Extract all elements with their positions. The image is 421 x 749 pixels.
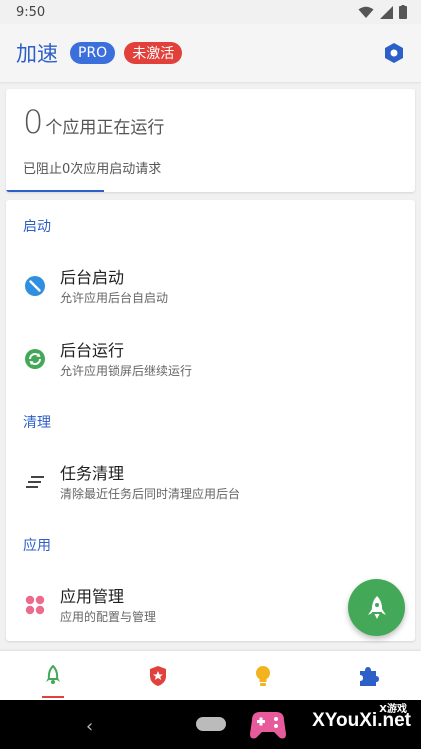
four-dots-icon — [23, 593, 47, 617]
sort-lines-icon — [23, 470, 47, 494]
running-count: 0 — [23, 103, 44, 141]
running-summary: 0 个应用正在运行 — [23, 103, 164, 141]
rocket-icon — [367, 595, 386, 619]
tab-indicator — [6, 190, 104, 192]
status-bar: 9:50 — [0, 0, 421, 24]
list-item-task-clean[interactable]: 任务清理 清除最近任务后同时清理应用后台 — [6, 453, 415, 513]
section-startup: 启动 — [23, 219, 51, 235]
running-label: 个应用正在运行 — [45, 118, 165, 138]
section-cleanup: 清理 — [23, 415, 51, 431]
nav-tab-protect[interactable] — [105, 651, 210, 700]
sync-circle-icon — [23, 347, 47, 371]
nav-tab-boost[interactable] — [0, 651, 105, 700]
system-icons — [358, 5, 407, 19]
item-subtitle: 清除最近任务后同时清理应用后台 — [60, 487, 241, 501]
wifi-icon — [358, 6, 374, 18]
app-bar: 加速 PRO 未激活 — [0, 24, 421, 82]
rocket-icon — [45, 664, 60, 684]
hexagon-settings-icon — [385, 43, 403, 63]
home-pill-icon[interactable] — [196, 717, 226, 731]
bulb-icon — [256, 665, 271, 686]
bottom-navigation — [0, 651, 421, 700]
settings-button[interactable] — [381, 40, 407, 66]
block-circle-icon — [23, 274, 47, 298]
signal-icon — [380, 5, 393, 19]
watermark-text: XYouXi.net — [312, 710, 411, 731]
item-title: 任务清理 — [60, 464, 125, 483]
blocked-count-label: 已阻止0次应用启动请求 — [23, 162, 162, 177]
back-icon[interactable]: ‹ — [86, 716, 93, 737]
boost-fab[interactable] — [348, 579, 405, 636]
list-item-bg-run[interactable]: 后台运行 允许应用锁屏后继续运行 — [6, 330, 415, 390]
nav-tab-plugins[interactable] — [316, 651, 421, 700]
list-item-bg-start[interactable]: 后台启动 允许应用后台自启动 — [6, 257, 415, 317]
puzzle-icon — [360, 666, 380, 686]
item-subtitle: 允许应用后台自启动 — [60, 291, 169, 305]
battery-icon — [399, 5, 407, 19]
gamepad-logo-icon — [250, 712, 286, 739]
item-subtitle: 应用的配置与管理 — [60, 610, 157, 624]
shield-star-icon — [149, 665, 166, 686]
item-title: 应用管理 — [60, 587, 125, 606]
item-subtitle: 允许应用锁屏后继续运行 — [60, 364, 193, 378]
item-title: 后台启动 — [60, 268, 125, 287]
status-time: 9:50 — [16, 4, 46, 20]
item-title: 后台运行 — [60, 341, 125, 360]
section-apps: 应用 — [23, 538, 51, 554]
page-title: 加速 — [16, 42, 58, 66]
watermark: X游戏 XYouXi.net — [248, 700, 421, 749]
pro-badge[interactable]: PRO — [70, 42, 116, 64]
features-card: 启动 后台启动 允许应用后台自启动 后台运行 允许应用锁屏后继续运行 清理 任务… — [6, 200, 415, 641]
nav-tab-tips[interactable] — [211, 651, 316, 700]
inactive-badge[interactable]: 未激活 — [124, 42, 183, 64]
summary-card: 0 个应用正在运行 已阻止0次应用启动请求 — [6, 89, 415, 192]
